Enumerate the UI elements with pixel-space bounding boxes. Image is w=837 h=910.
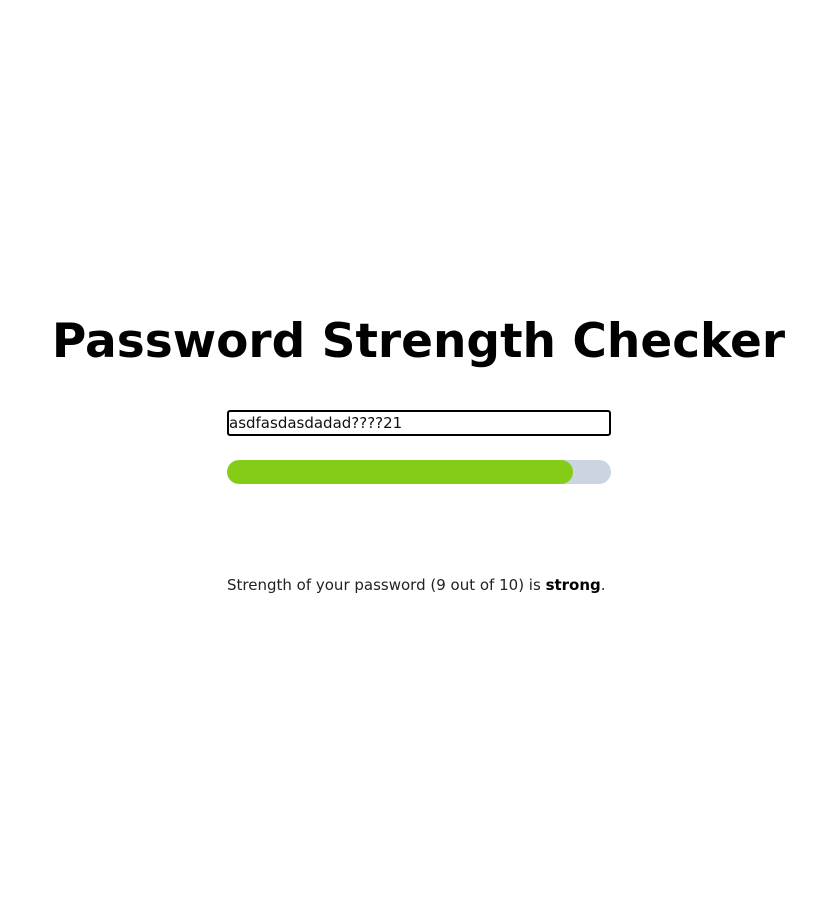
- strength-middle: out of: [445, 576, 500, 594]
- strength-score: 9: [436, 576, 446, 594]
- password-checker-page: Password Strength Checker Strength of yo…: [0, 0, 837, 910]
- strength-message: Strength of your password (9 out of 10) …: [227, 575, 606, 595]
- strength-level: strong: [545, 576, 601, 594]
- password-input[interactable]: [227, 410, 611, 436]
- strength-meter-track: [227, 460, 611, 484]
- strength-prefix: Strength of your password (: [227, 576, 437, 594]
- strength-end: .: [600, 576, 606, 594]
- strength-meter-fill: [227, 460, 573, 484]
- strength-connector: ) is: [518, 576, 546, 594]
- strength-max: 10: [499, 576, 519, 594]
- page-title: Password Strength Checker: [51, 314, 786, 369]
